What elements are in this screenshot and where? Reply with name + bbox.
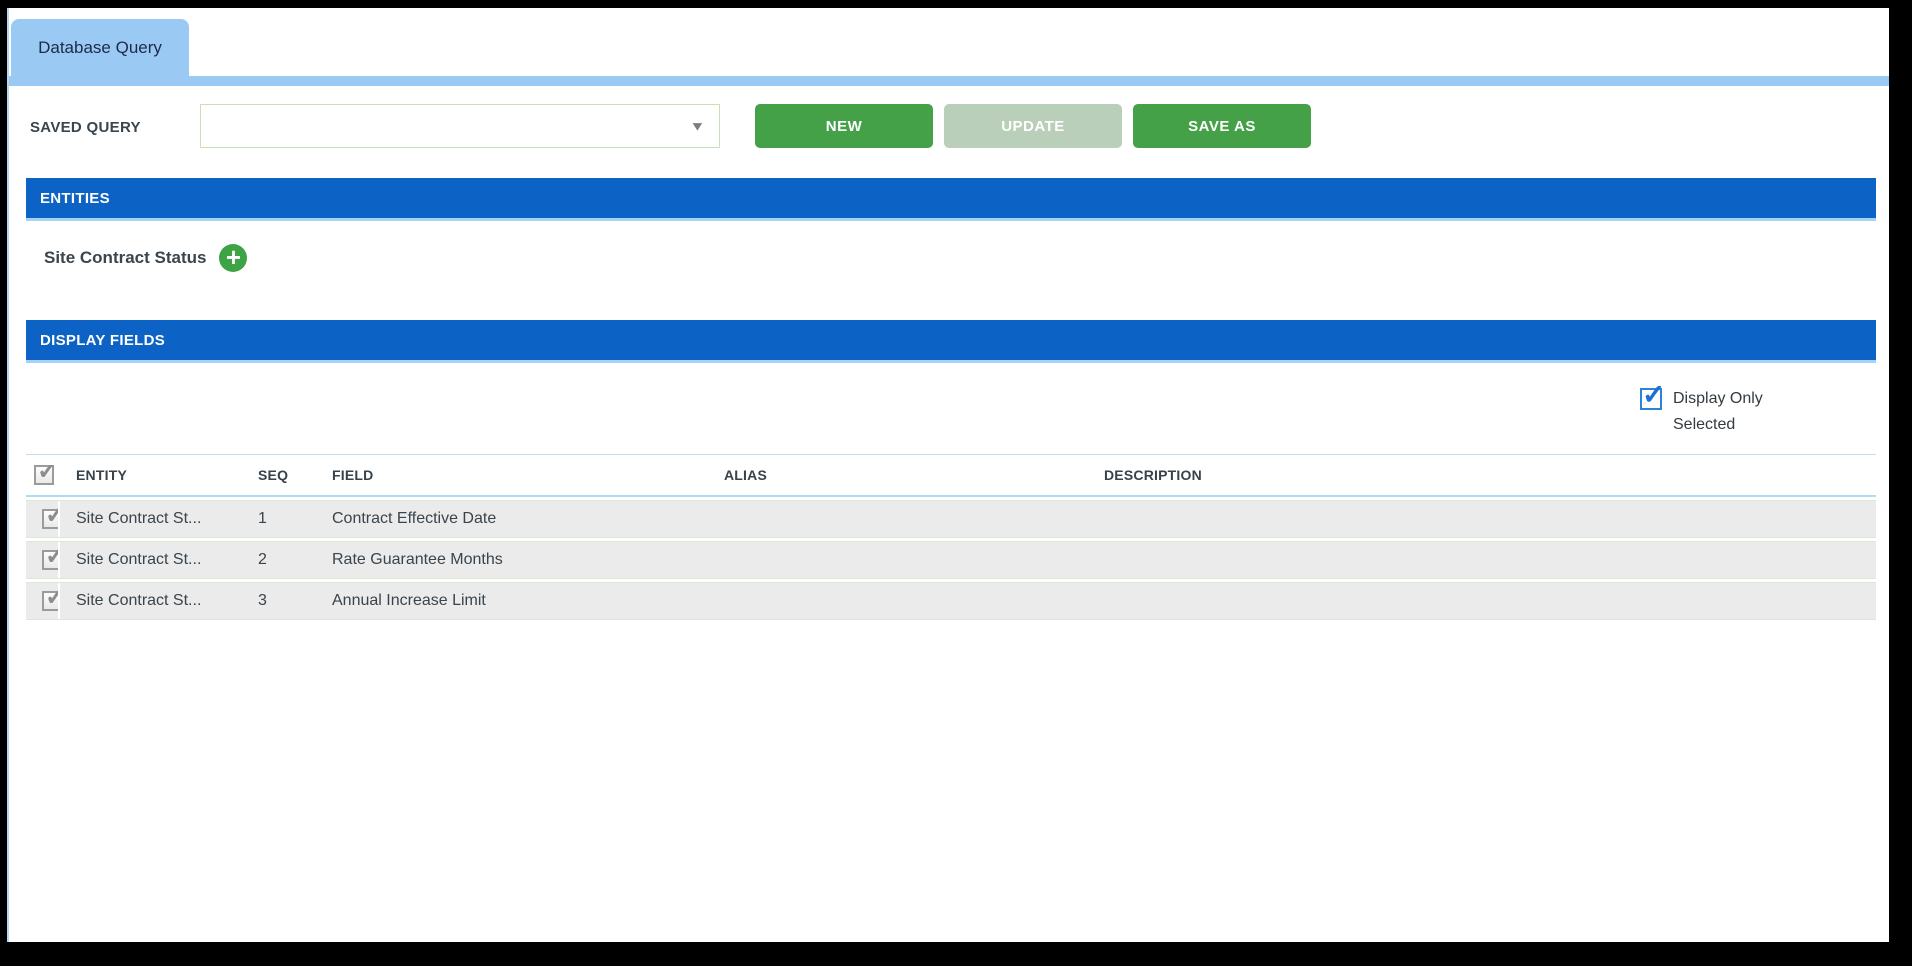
header-check-cell: ✓ xyxy=(26,465,60,485)
cell-entity: Site Contract St... xyxy=(76,510,202,527)
entities-header-label: ENTITIES xyxy=(40,189,110,207)
column-header-alias: ALIAS xyxy=(724,467,767,483)
cell-entity: Site Contract St... xyxy=(76,592,202,609)
tab-strip xyxy=(9,76,1889,86)
table-row[interactable]: ✓ Site Contract St... 3 Annual Increase … xyxy=(26,582,1876,620)
check-icon: ✓ xyxy=(45,583,58,612)
entity-item-site-contract-status: Site Contract Status + xyxy=(44,244,248,272)
cell-field: Annual Increase Limit xyxy=(332,592,486,609)
display-only-selected-label: Display Only Selected xyxy=(1673,390,1763,433)
column-header-entity: ENTITY xyxy=(76,467,127,483)
new-button[interactable]: NEW xyxy=(755,104,933,148)
column-header-field: FIELD xyxy=(332,467,374,483)
table-row[interactable]: ✓ Site Contract St... 1 Contract Effecti… xyxy=(26,500,1876,538)
display-only-selected-control: ✓ Display Only Selected xyxy=(1640,379,1795,438)
column-header-description: DESCRIPTION xyxy=(1104,467,1202,483)
check-icon: ✓ xyxy=(1642,379,1666,410)
cell-seq: 2 xyxy=(258,551,267,568)
cell-entity: Site Contract St... xyxy=(76,551,202,568)
row-check-cell: ✓ xyxy=(26,501,60,537)
saved-query-label: SAVED QUERY xyxy=(30,119,141,136)
table-header-row: ✓ ENTITY SEQ FIELD ALIAS DESCRIPTION xyxy=(26,454,1876,497)
display-only-selected-checkbox[interactable]: ✓ xyxy=(1640,379,1665,410)
row-check-cell: ✓ xyxy=(26,542,60,578)
row-checkbox[interactable]: ✓ xyxy=(42,583,58,611)
cell-field: Contract Effective Date xyxy=(332,510,497,527)
add-plus-icon[interactable]: + xyxy=(219,244,248,272)
tab-label: Database Query xyxy=(38,37,162,57)
select-all-checkbox[interactable]: ✓ xyxy=(34,465,58,485)
check-icon: ✓ xyxy=(45,501,58,530)
cell-field: Rate Guarantee Months xyxy=(332,551,503,568)
entities-section-header: ENTITIES xyxy=(26,178,1876,221)
row-check-cell: ✓ xyxy=(26,583,60,619)
cell-seq: 3 xyxy=(258,592,267,609)
cell-seq: 1 xyxy=(258,510,267,527)
database-query-panel: Database Query SAVED QUERY ▼ NEW UPDATE … xyxy=(7,8,1889,942)
row-checkbox[interactable]: ✓ xyxy=(42,542,58,570)
entity-name: Site Contract Status xyxy=(44,248,207,267)
check-icon: ✓ xyxy=(37,465,59,485)
tab-database-query[interactable]: Database Query xyxy=(11,19,189,76)
saved-query-dropdown[interactable]: ▼ xyxy=(200,104,720,148)
table-row[interactable]: ✓ Site Contract St... 2 Rate Guarantee M… xyxy=(26,541,1876,579)
row-checkbox[interactable]: ✓ xyxy=(42,501,58,529)
display-fields-header-label: DISPLAY FIELDS xyxy=(40,331,166,349)
update-button[interactable]: UPDATE xyxy=(944,104,1122,148)
display-fields-section-header: DISPLAY FIELDS xyxy=(26,320,1876,363)
column-header-seq: SEQ xyxy=(258,467,289,483)
display-fields-table: ✓ ENTITY SEQ FIELD ALIAS DESCRIPTION ✓ S… xyxy=(26,454,1876,620)
check-icon: ✓ xyxy=(45,542,58,571)
chevron-down-icon: ▼ xyxy=(689,118,706,134)
save-as-button[interactable]: SAVE AS xyxy=(1133,104,1311,148)
